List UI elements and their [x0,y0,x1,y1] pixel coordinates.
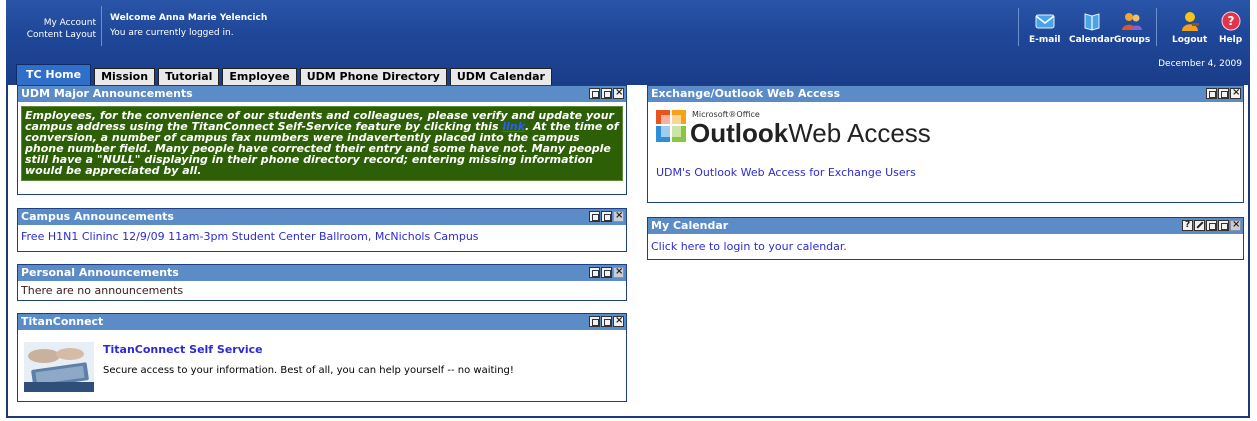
groups-button[interactable]: Groups [1114,10,1150,45]
portlet-controls [589,87,624,99]
tab-tc-home[interactable]: TC Home [16,64,92,85]
titanconnect-portlet: TitanConnect TitanConnect Self Service S… [17,313,627,402]
envelope-icon [1035,14,1055,29]
calendar-button[interactable]: Calendar [1069,10,1114,45]
header-divider [101,6,102,46]
my-calendar-portlet: My Calendar Click here to login to your … [647,217,1244,260]
portlet-title: Personal Announcements [21,266,179,279]
help-icon: ? [1221,11,1241,31]
maximize-icon[interactable] [1218,88,1229,99]
welcome-title: Welcome Anna Marie Yelencich [110,13,268,23]
major-announcement-text: Employees, for the convenience of our st… [21,106,623,181]
titanconnect-self-service-link[interactable]: TitanConnect Self Service [103,343,263,356]
portlet-header: My Calendar [648,218,1243,234]
portlet-title: TitanConnect [21,315,104,328]
groups-label: Groups [1114,35,1151,45]
tab-employee[interactable]: Employee [222,68,297,85]
portlet-header: Personal Announcements [18,265,626,281]
minimize-icon[interactable] [589,211,600,222]
owa-logo-webaccess: Web Access [788,118,931,148]
portlet-header: Campus Announcements [18,209,626,225]
close-icon[interactable] [613,315,624,327]
maximize-icon[interactable] [601,316,612,327]
edit-icon[interactable] [1194,220,1205,231]
office-logo-icon [656,110,686,142]
tab-tutorial[interactable]: Tutorial [158,68,220,85]
email-button[interactable]: E-mail [1029,10,1061,45]
portlet-title: UDM Major Announcements [21,87,193,100]
portlet-controls [1206,87,1241,99]
minimize-icon[interactable] [1206,220,1217,231]
campus-announcement-list: Free H1N1 Clininc 12/9/09 11am-3pm Stude… [18,225,626,243]
portlet-title: Campus Announcements [21,210,174,223]
welcome-block: Welcome Anna Marie Yelencich You are cur… [110,11,267,41]
campus-announcements-portlet: Campus Announcements Free H1N1 Clininc 1… [17,208,627,252]
users-icon [1122,13,1143,30]
portlet-controls [1182,219,1241,231]
calendar-body: Click here to login to your calendar. [648,234,1243,253]
titanconnect-description: Secure access to your information. Best … [103,365,514,376]
maximize-icon[interactable] [601,211,612,222]
owa-exchange-link[interactable]: UDM's Outlook Web Access for Exchange Us… [656,166,916,179]
portlet-header: UDM Major Announcements [18,86,626,102]
icon-divider [1156,8,1157,46]
my-account-link[interactable]: My Account [10,17,96,29]
close-icon [613,266,624,278]
account-links: My Account Content Layout [10,17,96,41]
keyboard-hands-photo [24,342,94,392]
close-icon[interactable] [613,87,624,99]
minimize-icon[interactable] [1206,88,1217,99]
tab-udm-phone-directory[interactable]: UDM Phone Directory [299,68,447,85]
help-label: Help [1219,35,1243,45]
calendar-book-icon [1084,13,1100,31]
tab-mission[interactable]: Mission [94,68,156,85]
portlet-header: TitanConnect [18,314,626,330]
close-icon [613,210,624,222]
exchange-owa-portlet: Exchange/Outlook Web Access Microsoft®Of… [647,85,1244,203]
portlet-title: Exchange/Outlook Web Access [651,87,841,100]
logout-label: Logout [1172,35,1208,45]
campus-announcement-link[interactable]: Free H1N1 Clininc 12/9/09 11am-3pm Stude… [21,230,479,243]
owa-logo-outlook: Outlook [690,118,789,148]
minimize-icon[interactable] [589,88,600,99]
help-icon[interactable] [1182,220,1193,231]
udm-announcements-portlet: UDM Major Announcements Employees, for t… [17,85,627,195]
login-status: You are currently logged in. [110,28,234,38]
tab-udm-calendar[interactable]: UDM Calendar [449,68,552,85]
personal-announcements-portlet: Personal Announcements There are no anno… [17,264,627,301]
maximize-icon[interactable] [1218,220,1229,231]
maximize-icon[interactable] [601,88,612,99]
email-label: E-mail [1029,35,1061,45]
icon-divider [1018,8,1019,46]
content-layout-link[interactable]: Content Layout [10,29,96,41]
calendar-login-link[interactable]: Click here to login to your calendar. [651,240,847,253]
current-date: December 4, 2009 [1158,59,1242,69]
minimize-icon[interactable] [589,316,600,327]
portlet-controls [589,315,624,327]
portlet-controls [589,266,624,278]
logout-button[interactable]: Logout [1172,10,1207,45]
minimize-icon[interactable] [589,267,600,278]
calendar-label: Calendar [1069,35,1115,45]
svg-text:?: ? [1227,14,1234,28]
help-button[interactable]: ? Help [1219,10,1242,45]
personal-announcement-text: There are no announcements [21,284,184,297]
portlet-controls [589,210,624,222]
portlet-title: My Calendar [651,219,729,232]
portlet-header: Exchange/Outlook Web Access [648,86,1243,102]
user-key-icon [1181,12,1199,31]
tab-bar: TC Home Mission Tutorial Employee UDM Ph… [16,64,552,85]
owa-logo: OutlookWeb Access [690,119,931,147]
close-icon[interactable] [1230,87,1241,99]
maximize-icon[interactable] [601,267,612,278]
close-icon [1230,219,1241,231]
